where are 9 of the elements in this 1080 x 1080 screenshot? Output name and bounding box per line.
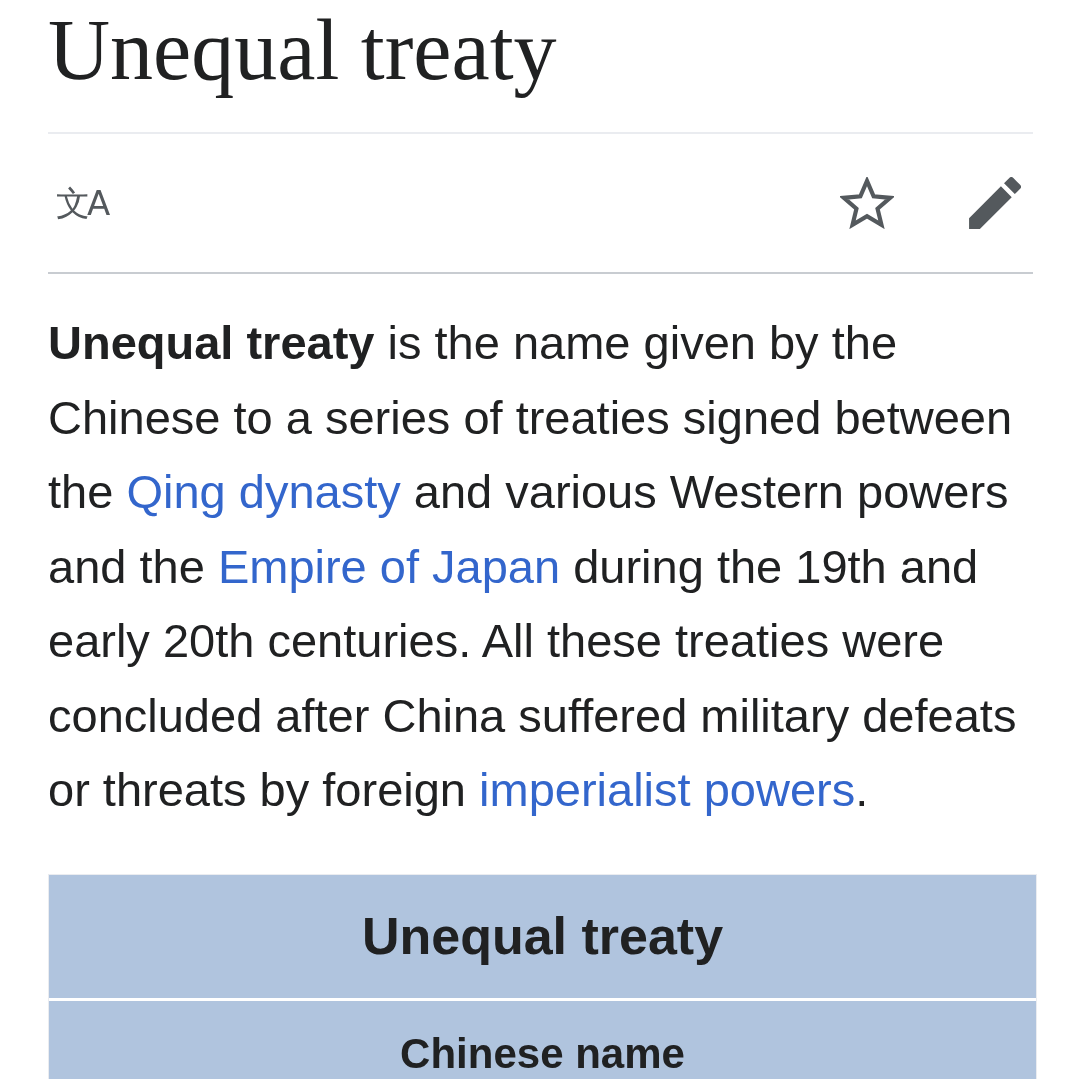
article-link[interactable]: Qing dynasty: [126, 465, 401, 518]
language-button[interactable]: 文A: [56, 181, 108, 225]
lead-paragraph: Unequal treaty is the name given by the Chinese to a series of treaties signed between the Qing dynasty and various Western powers and the Empire of Japan during the 19th and early 20th centuries. All these treaties were concluded after China suffered military defeats or threats by foreign imperialist powers.: [48, 315, 1018, 818]
pencil-icon: [969, 177, 1021, 229]
infobox-header: Chinese name: [49, 1000, 1036, 1079]
article-link[interactable]: imperialist powers: [479, 763, 856, 816]
article-link[interactable]: Empire of Japan: [217, 539, 561, 593]
page-title: Unequal treaty: [48, 1, 557, 100]
infobox-title: Unequal treaty: [49, 874, 1036, 998]
